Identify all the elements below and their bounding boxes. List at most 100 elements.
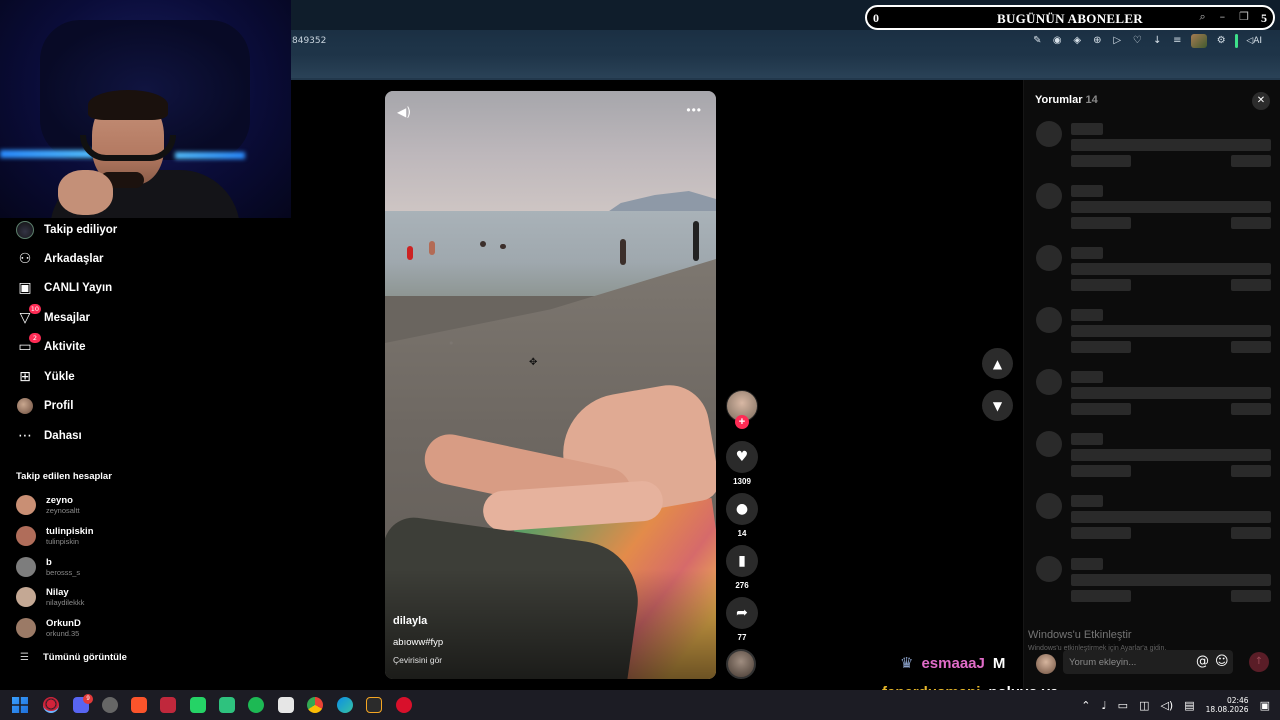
more-options-icon[interactable]: ••• — [686, 103, 702, 117]
video-player[interactable]: ◀) ••• ✥ dilayla abıoww#fyp Çevirisini g… — [385, 91, 716, 679]
edge-icon[interactable] — [337, 697, 353, 713]
comments-panel: Yorumlar14 ✕ @ ☺ ↑ — [1023, 80, 1280, 690]
mention-icon[interactable]: @ — [1196, 654, 1209, 669]
music-disc[interactable] — [726, 649, 756, 679]
comments-count: 14 — [1085, 94, 1098, 106]
minimize-icon[interactable]: – — [1220, 10, 1226, 24]
comment-button[interactable]: ● — [726, 493, 758, 525]
account-item[interactable]: b berosss_s — [16, 554, 80, 580]
chrome-icon[interactable] — [307, 697, 323, 713]
download-icon[interactable]: ↓ — [1151, 35, 1163, 47]
emoji-icon[interactable]: ☺ — [1215, 654, 1229, 669]
account-item[interactable]: tulinpiskin tulinpiskin — [16, 523, 94, 549]
app-icon[interactable] — [219, 697, 235, 713]
bookmark-icon: ▮ — [738, 553, 746, 569]
sidebar-item-following[interactable]: Takip ediliyor — [16, 220, 117, 240]
sidebar-item-messages[interactable]: ▽ 10 Mesajlar — [16, 304, 90, 328]
account-name: Nilay — [46, 586, 69, 598]
yandex-icon[interactable] — [278, 697, 294, 713]
globe-icon[interactable]: ⊕ — [1091, 35, 1103, 47]
app-icon[interactable] — [160, 697, 176, 713]
heart-icon[interactable]: ♡ — [1131, 35, 1143, 47]
volume-icon[interactable]: ◁) — [1160, 699, 1173, 712]
comment-skeleton — [1036, 369, 1276, 429]
webcam-led-left — [0, 150, 95, 158]
video-author[interactable]: dilayla — [393, 615, 427, 627]
account-handle: tulinpiskin — [46, 536, 79, 546]
obs-icon[interactable] — [102, 697, 118, 713]
extension-avatar-icon[interactable] — [1191, 34, 1208, 48]
edit-icon[interactable]: ✎ — [1031, 35, 1043, 47]
comment-skeleton — [1036, 556, 1276, 616]
video-swimmer — [500, 244, 506, 249]
share-button[interactable]: ➦ — [726, 597, 758, 629]
video-caption: abıoww#fyp — [393, 637, 444, 648]
shield-icon[interactable]: ◈ — [1071, 35, 1083, 47]
microphone-icon[interactable]: ♩ — [1101, 699, 1106, 712]
mute-icon[interactable]: ◀) — [397, 105, 411, 119]
chat-message: ♛ esmaaaJ M — [900, 654, 1005, 672]
chat-text: M — [992, 654, 1006, 672]
account-name: b — [46, 556, 52, 568]
sidebar-item-more[interactable]: ⋯ Dahası — [16, 426, 82, 446]
comment-icon: ● — [735, 501, 749, 517]
camera-icon[interactable]: ◉ — [1051, 35, 1063, 47]
monitor-icon[interactable]: ▭ — [1118, 699, 1128, 712]
comment-input-box[interactable]: @ ☺ — [1063, 650, 1233, 674]
close-comments-button[interactable]: ✕ — [1252, 92, 1270, 110]
sidebar-item-label: Dahası — [44, 430, 82, 442]
notification-icon[interactable]: ▣ — [1260, 699, 1270, 712]
settings-icon[interactable]: ⚙ — [1215, 35, 1227, 47]
display-icon[interactable]: ▤ — [1184, 699, 1194, 712]
heart-icon: ♥ — [735, 449, 749, 465]
sidebar-item-upload[interactable]: ⊞ Yükle — [16, 367, 75, 387]
chevron-up-icon[interactable]: ⌃ — [1081, 699, 1090, 712]
previous-video-button[interactable]: ▲ — [982, 348, 1013, 379]
brave-icon[interactable] — [131, 697, 147, 713]
comment-input[interactable] — [1069, 654, 1179, 670]
sidebar-item-friends[interactable]: ⚇ Arkadaşlar — [16, 249, 104, 269]
account-item[interactable]: Nilay nilaydilekkk — [16, 584, 84, 610]
sidebar-item-activity[interactable]: ▭ 2 Aktivite — [16, 333, 86, 357]
maximize-icon[interactable]: ❐ — [1239, 10, 1249, 24]
translate-link[interactable]: Çevirisini gör — [393, 655, 442, 665]
crown-icon: ♛ — [900, 654, 914, 672]
whatsapp-icon[interactable] — [190, 697, 206, 713]
upload-icon: ⊞ — [19, 369, 31, 385]
sidebar: Takip ediliyor ⚇ Arkadaşlar ▣ CANLI Yayı… — [0, 218, 180, 690]
address-text: 849352 — [292, 36, 327, 46]
clock[interactable]: 02:46 18.08.2026 — [1206, 696, 1249, 714]
send-comment-button[interactable]: ↑ — [1249, 652, 1269, 672]
spotify-icon[interactable] — [248, 697, 264, 713]
next-video-button[interactable]: ▼ — [982, 390, 1013, 421]
subscriber-right-count: 5 — [1261, 11, 1267, 25]
save-button[interactable]: ▮ — [726, 545, 758, 577]
comment-skeleton — [1036, 245, 1276, 305]
app-icon[interactable] — [366, 697, 382, 713]
video-walker — [693, 221, 699, 261]
play-icon[interactable]: ▷ — [1111, 35, 1123, 47]
avatar — [16, 618, 36, 638]
account-item[interactable]: OrkunD orkund.35 — [16, 615, 81, 641]
account-handle: zeynosaltt — [46, 505, 80, 515]
save-count: 276 — [735, 581, 749, 590]
ai-button[interactable]: ◁AI — [1246, 36, 1262, 46]
webcam-hair — [88, 90, 168, 120]
windows-start-icon[interactable] — [12, 697, 28, 713]
sidebar-item-live[interactable]: ▣ CANLI Yayın — [16, 278, 112, 298]
sidebar-item-profile[interactable]: Profil — [16, 396, 73, 416]
sidebar-item-label: Profil — [44, 400, 74, 412]
opera-icon[interactable] — [43, 697, 59, 713]
search-icon[interactable]: ⌕ — [1199, 10, 1205, 24]
sidebar-item-label: Takip ediliyor — [44, 224, 118, 236]
like-button[interactable]: ♥ — [726, 441, 758, 473]
account-item[interactable]: zeyno zeynosaltt — [16, 492, 80, 518]
see-all-button[interactable]: ☰ Tümünü görüntüle — [20, 652, 127, 663]
list-icon[interactable]: ≡ — [1171, 35, 1183, 47]
video-walker — [620, 239, 626, 265]
window-controls: ⌕ – ❐ — [1199, 10, 1249, 24]
youtube-icon[interactable] — [396, 697, 412, 713]
follow-plus-icon[interactable]: + — [735, 415, 749, 429]
avatar — [16, 587, 36, 607]
network-icon[interactable]: ◫ — [1139, 699, 1149, 712]
